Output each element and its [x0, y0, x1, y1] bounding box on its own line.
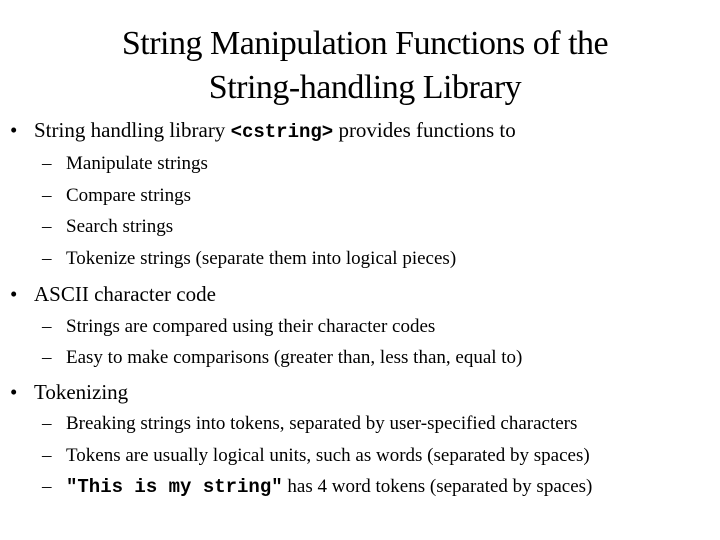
dash-icon: –	[42, 185, 52, 206]
text-after: has 4 word tokens (separated by spaces)	[282, 476, 593, 497]
dash-icon: –	[42, 153, 52, 174]
sub-item-text: Manipulate strings	[66, 153, 208, 174]
sub-item-text: Compare strings	[66, 185, 192, 206]
sub-item-text: Tokens are usually logical units, such a…	[66, 445, 590, 466]
dash-icon: –	[42, 476, 52, 497]
code-example-string: "This is my string"	[66, 476, 283, 498]
bullet-text: String handling library <cstring> provid…	[34, 118, 516, 143]
sub-item-text: "This is my string" has 4 word tokens (s…	[66, 476, 592, 498]
bullet-icon: •	[10, 380, 18, 404]
dash-icon: –	[42, 216, 52, 237]
sub-item-text: Breaking strings into tokens, separated …	[66, 413, 578, 434]
sub-item-text: Strings are compared using their charact…	[66, 316, 436, 337]
dash-icon: –	[42, 445, 52, 466]
bullet-icon: •	[10, 282, 18, 306]
title-line-2: String-handling Library	[208, 69, 522, 106]
dash-icon: –	[42, 347, 52, 368]
dash-icon: –	[42, 316, 52, 337]
slide-title: String Manipulation Functions of the Str…	[0, 22, 720, 110]
sub-item-text: Easy to make comparisons (greater than, …	[66, 347, 523, 368]
code-cstring: <cstring>	[230, 121, 334, 143]
bullet-text: ASCII character code	[34, 282, 216, 306]
dash-icon: –	[42, 413, 52, 434]
text-before: String handling library	[34, 118, 231, 142]
bullet-icon: •	[10, 118, 18, 142]
dash-icon: –	[42, 248, 52, 269]
title-line-1: String Manipulation Functions of the	[121, 25, 609, 62]
text-after: provides functions to	[333, 118, 516, 142]
bullet-text: Tokenizing	[34, 380, 129, 404]
sub-item-text: Search strings	[66, 216, 174, 237]
sub-item-text: Tokenize strings (separate them into log…	[66, 248, 457, 269]
